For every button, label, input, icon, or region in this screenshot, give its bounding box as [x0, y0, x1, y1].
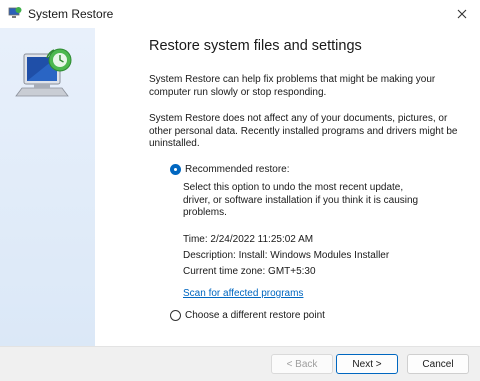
recommended-restore-radio[interactable] [170, 164, 181, 175]
restore-time: Time: 2/24/2022 11:25:02 AM [183, 234, 314, 245]
intro-paragraph: System Restore can help fix problems tha… [149, 74, 436, 98]
button-bar: < Back Next > Cancel [0, 346, 480, 381]
title-bar: System Restore [0, 0, 480, 28]
restore-timezone: Current time zone: GMT+5:30 [183, 266, 316, 277]
different-restore-point-label[interactable]: Choose a different restore point [185, 310, 325, 321]
close-icon [457, 9, 467, 19]
info-paragraph: System Restore does not affect any of yo… [149, 113, 458, 149]
restore-description: Description: Install: Windows Modules In… [183, 250, 390, 261]
window-title: System Restore [28, 7, 114, 21]
close-button[interactable] [444, 0, 480, 28]
scan-affected-programs-link[interactable]: Scan for affected programs [183, 288, 303, 299]
back-button[interactable]: < Back [271, 354, 333, 374]
page-heading: Restore system files and settings [149, 38, 362, 54]
cancel-button[interactable]: Cancel [407, 354, 469, 374]
different-restore-point-radio[interactable] [170, 310, 181, 321]
recommended-description: Select this option to undo the most rece… [183, 182, 419, 218]
sidebar-panel [0, 28, 95, 346]
system-restore-icon [8, 7, 22, 18]
next-button[interactable]: Next > [336, 354, 398, 374]
recommended-restore-label[interactable]: Recommended restore: [185, 164, 290, 175]
restore-monitor-icon [15, 48, 72, 97]
